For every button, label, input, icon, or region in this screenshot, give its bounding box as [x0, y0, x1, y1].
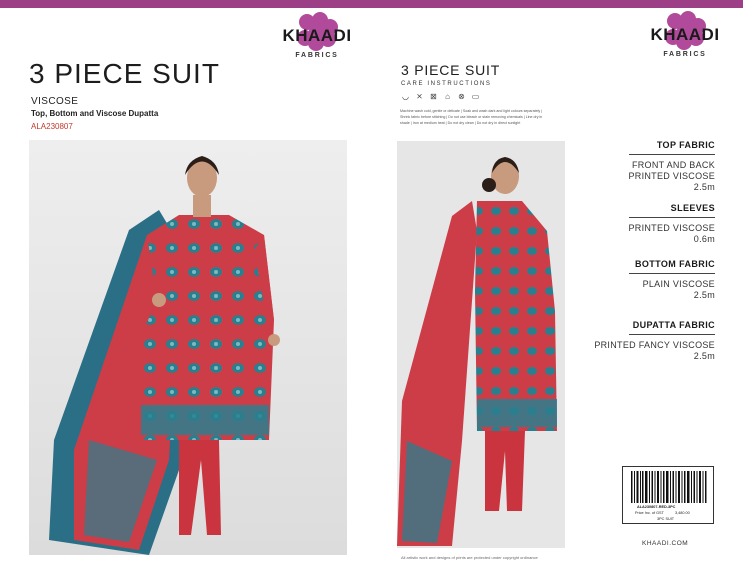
care-icons: ◡ ⨯ ⊠ ⌂ ⊗ ▭ [400, 92, 481, 101]
product-title-secondary: 3 PIECE SUIT [401, 62, 501, 78]
no-tumble-dry-icon: ⊠ [430, 92, 437, 101]
spec-line: PLAIN VISCOSE [642, 279, 715, 289]
spec-sleeves: SLEEVES PRINTED VISCOSE 0.6m [628, 203, 715, 245]
top-accent-bar [0, 0, 743, 8]
spec-heading: SLEEVES [670, 203, 715, 213]
spec-line: PRINTED VISCOSE [628, 223, 715, 233]
spec-divider [629, 154, 715, 155]
spec-quantity: 0.6m [693, 234, 715, 244]
spec-quantity: 2.5m [693, 351, 715, 361]
tag-price: 3,480.00 [675, 511, 690, 515]
copyright-footnote: All artistic work and designs of prints … [401, 555, 538, 560]
care-instructions-title: CARE INSTRUCTIONS [401, 81, 492, 87]
model-front-photo [29, 140, 347, 555]
brand-sub: FABRICS [295, 52, 339, 59]
spec-divider [629, 334, 715, 335]
brand-name: KHAADI [650, 25, 720, 44]
barcode-tag: ALA230807-RED-3PC Price Inc. of GST 3,48… [622, 466, 714, 524]
brand-logo-right: KHAADI FABRICS [640, 11, 730, 61]
model-back-photo [397, 141, 565, 548]
no-bleach-icon: ⨯ [416, 92, 423, 101]
spec-line: FRONT AND BACK [631, 160, 715, 170]
spec-heading: BOTTOM FABRIC [634, 259, 715, 269]
spec-divider [629, 273, 715, 274]
product-title: 3 PIECE SUIT [29, 58, 220, 89]
wash-icon: ◡ [402, 92, 409, 101]
iron-icon: ⌂ [445, 92, 450, 101]
brand-sub: FABRICS [663, 51, 707, 58]
tag-price-label: Price Inc. of GST [635, 511, 664, 515]
no-dry-clean-icon: ⊗ [458, 92, 465, 101]
spec-dupatta-fabric: DUPATTA FABRIC PRINTED FANCY VISCOSE 2.5… [594, 320, 715, 362]
brand-name: KHAADI [282, 26, 352, 45]
tag-type: 3PC SUIT [657, 517, 675, 521]
website-url: KHAADI.COM [642, 540, 689, 547]
spec-top-fabric: TOP FABRIC FRONT AND BACK PRINTED VISCOS… [628, 140, 715, 193]
spec-divider [629, 217, 715, 218]
spec-heading: DUPATTA FABRIC [632, 320, 715, 330]
spec-quantity: 2.5m [693, 290, 715, 300]
barcode-icon [631, 471, 707, 503]
product-description: Top, Bottom and Viscose Dupatta [31, 109, 159, 118]
spec-bottom-fabric: BOTTOM FABRIC PLAIN VISCOSE 2.5m [629, 259, 715, 301]
shade-dry-icon: ▭ [471, 92, 480, 101]
spec-quantity: 2.5m [693, 182, 715, 192]
fabric-type: VISCOSE [31, 96, 79, 107]
article-code: ALA230807 [31, 122, 73, 131]
tag-code: ALA230807-RED-3PC [637, 505, 676, 509]
spec-heading: TOP FABRIC [656, 140, 715, 150]
spec-line: PRINTED VISCOSE [628, 171, 715, 181]
spec-line: PRINTED FANCY VISCOSE [594, 340, 715, 350]
care-instructions-text: Machine wash cold, gentle or delicate | … [400, 109, 543, 125]
brand-logo-left: KHAADI FABRICS [272, 12, 362, 62]
